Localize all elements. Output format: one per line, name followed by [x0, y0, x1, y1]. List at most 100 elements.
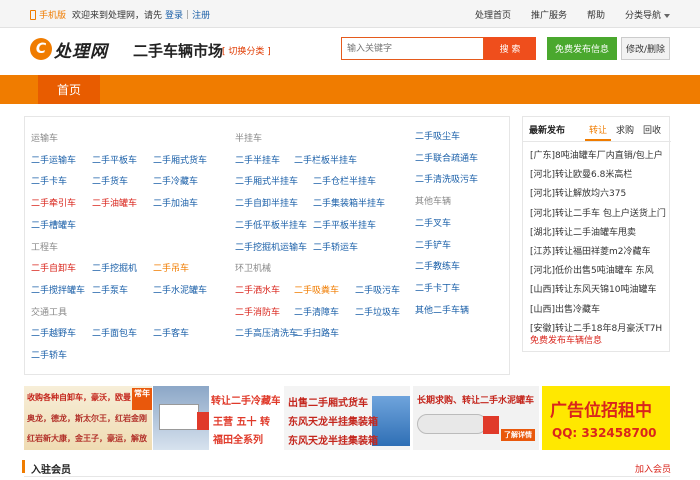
ad3-line1: 出售二手厢式货车: [288, 398, 368, 409]
latest-item[interactable]: [江苏]转让福田祥菱m2冷藏车: [530, 244, 666, 257]
category-link[interactable]: 二手教练车: [415, 259, 460, 272]
free-publish-button[interactable]: 免费发布信息: [547, 37, 617, 60]
category-link[interactable]: 二手半挂车: [235, 153, 280, 166]
category-link[interactable]: 二手挖掘机运输车: [235, 240, 307, 253]
category-link[interactable]: 二手牵引车: [31, 196, 76, 209]
top-link-promotion[interactable]: 推广服务: [531, 8, 567, 21]
category-link[interactable]: 二手厢式货车: [153, 153, 207, 166]
latest-item[interactable]: [湖北]转让二手油罐车甩卖: [530, 225, 666, 238]
category-link[interactable]: 二手仓栏半挂车: [313, 174, 376, 187]
banner-ad-box-trucks[interactable]: 出售二手厢式货车 东风天龙半挂集装箱 东风天龙半挂集装箱: [284, 386, 410, 450]
category-link[interactable]: 二手联合疏通车: [415, 151, 478, 164]
join-member-link[interactable]: 加入会员: [635, 462, 671, 475]
edit-delete-button[interactable]: 修改/删除: [621, 37, 670, 60]
category-link[interactable]: 二手栏板半挂车: [294, 153, 357, 166]
category-link[interactable]: 二手吸污车: [355, 283, 400, 296]
category-link[interactable]: 二手清洗吸污车: [415, 172, 478, 185]
category-link[interactable]: 二手高压清洗车: [235, 326, 298, 339]
welcome-text: 欢迎来到处理网，请先: [72, 11, 163, 21]
latest-panel: 最新发布 转让 求购 回收 免费发布车辆信息 [广东]8吨油罐车厂内直销/包上户…: [522, 116, 671, 352]
latest-item[interactable]: [山西]出售冷藏车: [530, 302, 666, 315]
category-link[interactable]: 二手集装箱半挂车: [313, 196, 385, 209]
register-link[interactable]: 注册: [192, 8, 210, 21]
category-link[interactable]: 二手卡丁车: [415, 281, 460, 294]
category-link[interactable]: 二手吊车: [153, 261, 189, 274]
category-link[interactable]: 二手自卸车: [31, 261, 76, 274]
free-publish-vehicle-link[interactable]: 免费发布车辆信息: [530, 333, 602, 346]
category-link[interactable]: 二手吸尘车: [415, 129, 460, 142]
category-heading: 半挂车: [235, 134, 263, 144]
category-link[interactable]: 二手轿车: [31, 348, 67, 361]
mobile-icon: [30, 9, 36, 20]
category-link[interactable]: 二手水泥罐车: [153, 283, 207, 296]
banner-ad-buy-dump-trucks[interactable]: 收购各种自卸车，豪沃，欧曼 奥龙，德龙，斯太尔王，红岩金刚 红岩新大康，金王子，…: [24, 386, 152, 450]
tab-recycle[interactable]: 回收: [643, 123, 661, 136]
category-link[interactable]: 二手叉车: [415, 216, 451, 229]
category-link[interactable]: 二手客车: [153, 326, 189, 339]
category-link[interactable]: 二手铲车: [415, 238, 451, 251]
banner-ad-refrigerated-trucks[interactable]: 转让二手冷藏车 王营 五十 转 福田全系列: [153, 386, 280, 450]
category-link[interactable]: 二手低平板半挂车: [235, 218, 307, 231]
category-link[interactable]: 二手面包车: [92, 326, 137, 339]
category-link[interactable]: 二手洒水车: [235, 283, 280, 296]
nav-home-tab[interactable]: 首页: [38, 75, 100, 104]
category-link[interactable]: 二手槽罐车: [31, 218, 76, 231]
latest-item[interactable]: [河北]转让欧曼6.8米高栏: [530, 167, 666, 180]
category-link[interactable]: 二手卡车: [31, 174, 67, 187]
top-link-help[interactable]: 帮助: [587, 8, 605, 21]
latest-item[interactable]: [山西]转让东风天锦10吨油罐车: [530, 282, 666, 295]
category-link[interactable]: 二手泵车: [92, 283, 128, 296]
tanker-image: [417, 414, 487, 434]
category-link[interactable]: 二手越野车: [31, 326, 76, 339]
search-button[interactable]: 搜 索: [484, 37, 536, 60]
category-link[interactable]: 二手运输车: [31, 153, 76, 166]
ad2-line2: 王营 五十 转: [213, 417, 270, 428]
site-logo[interactable]: C 处理网: [30, 38, 108, 62]
logo-badge-icon: C: [30, 38, 52, 60]
login-separator: |: [186, 9, 190, 20]
category-link[interactable]: 二手自卸半挂车: [235, 196, 298, 209]
latest-item[interactable]: [河北]转让二手车 包上户送货上门: [530, 206, 666, 219]
latest-item[interactable]: [河北]低价出售5吨油罐车 东风: [530, 263, 666, 276]
category-link[interactable]: 二手轿运车: [313, 240, 358, 253]
top-bar-left: 手机版 欢迎来到处理网，请先 登录 | 注册: [30, 8, 210, 21]
category-link[interactable]: 二手加油车: [153, 196, 198, 209]
category-link[interactable]: 二手冷藏车: [153, 174, 198, 187]
banner-ad-cement-tankers[interactable]: 长期求购、转让二手水泥罐车 了解详情: [413, 386, 539, 450]
category-link[interactable]: 二手清障车: [294, 305, 339, 318]
latest-item[interactable]: [河北]转让解放均六375: [530, 186, 666, 199]
tab-transfer[interactable]: 转让: [589, 123, 607, 136]
category-link[interactable]: 二手平板半挂车: [313, 218, 376, 231]
banner-ad-for-rent[interactable]: 广告位招租中 QQ: 332458700: [542, 386, 670, 450]
category-link[interactable]: 二手垃圾车: [355, 305, 400, 318]
truck-box-shape: [159, 404, 199, 430]
category-panel: 运输车 二手运输车 二手平板车 二手厢式货车 二手卡车 二手货车 二手冷藏车 二手牵引车 二手油…: [24, 116, 510, 375]
category-link[interactable]: 二手吸粪车: [294, 283, 339, 296]
category-link[interactable]: 二手货车: [92, 174, 128, 187]
tanker-cab-shape: [483, 416, 499, 434]
ad1-line3: 红岩新大康，金王子，豪运，解放: [27, 434, 147, 443]
latest-item[interactable]: [安徽]转让二手18年8月豪沃T7H: [530, 321, 666, 334]
category-link[interactable]: 二手厢式半挂车: [235, 174, 298, 187]
ad1-line1: 收购各种自卸车，豪沃，欧曼: [27, 393, 131, 402]
tab-purchase[interactable]: 求购: [616, 123, 634, 136]
category-link[interactable]: 二手搅拌罐车: [31, 283, 85, 296]
category-link[interactable]: 二手挖掘机: [92, 261, 137, 274]
latest-item[interactable]: [广东]8吨油罐车厂内直销/包上户: [530, 148, 666, 161]
top-bar: 手机版 欢迎来到处理网，请先 登录 | 注册 处理首页 推广服务 帮助 分类导航: [0, 0, 700, 28]
search-input[interactable]: [341, 37, 484, 60]
category-link[interactable]: 二手扫路车: [294, 326, 339, 339]
top-bar-right: 处理首页 推广服务 帮助 分类导航: [475, 8, 670, 21]
category-link[interactable]: 二手油罐车: [92, 196, 137, 209]
ad4-details-button[interactable]: 了解详情: [501, 429, 535, 441]
mobile-version-link[interactable]: 手机版: [39, 8, 66, 21]
switch-category-link[interactable]: [ 切换分类 ]: [222, 44, 271, 57]
top-link-category-nav[interactable]: 分类导航: [625, 8, 670, 21]
top-link-home[interactable]: 处理首页: [475, 8, 511, 21]
category-link[interactable]: 二手消防车: [235, 305, 280, 318]
category-link[interactable]: 二手平板车: [92, 153, 137, 166]
tab-divider: [523, 141, 671, 142]
login-link[interactable]: 登录: [165, 8, 183, 21]
category-link[interactable]: 其他二手车辆: [415, 303, 469, 316]
latest-tabs: 最新发布 转让 求购 回收: [523, 123, 671, 139]
